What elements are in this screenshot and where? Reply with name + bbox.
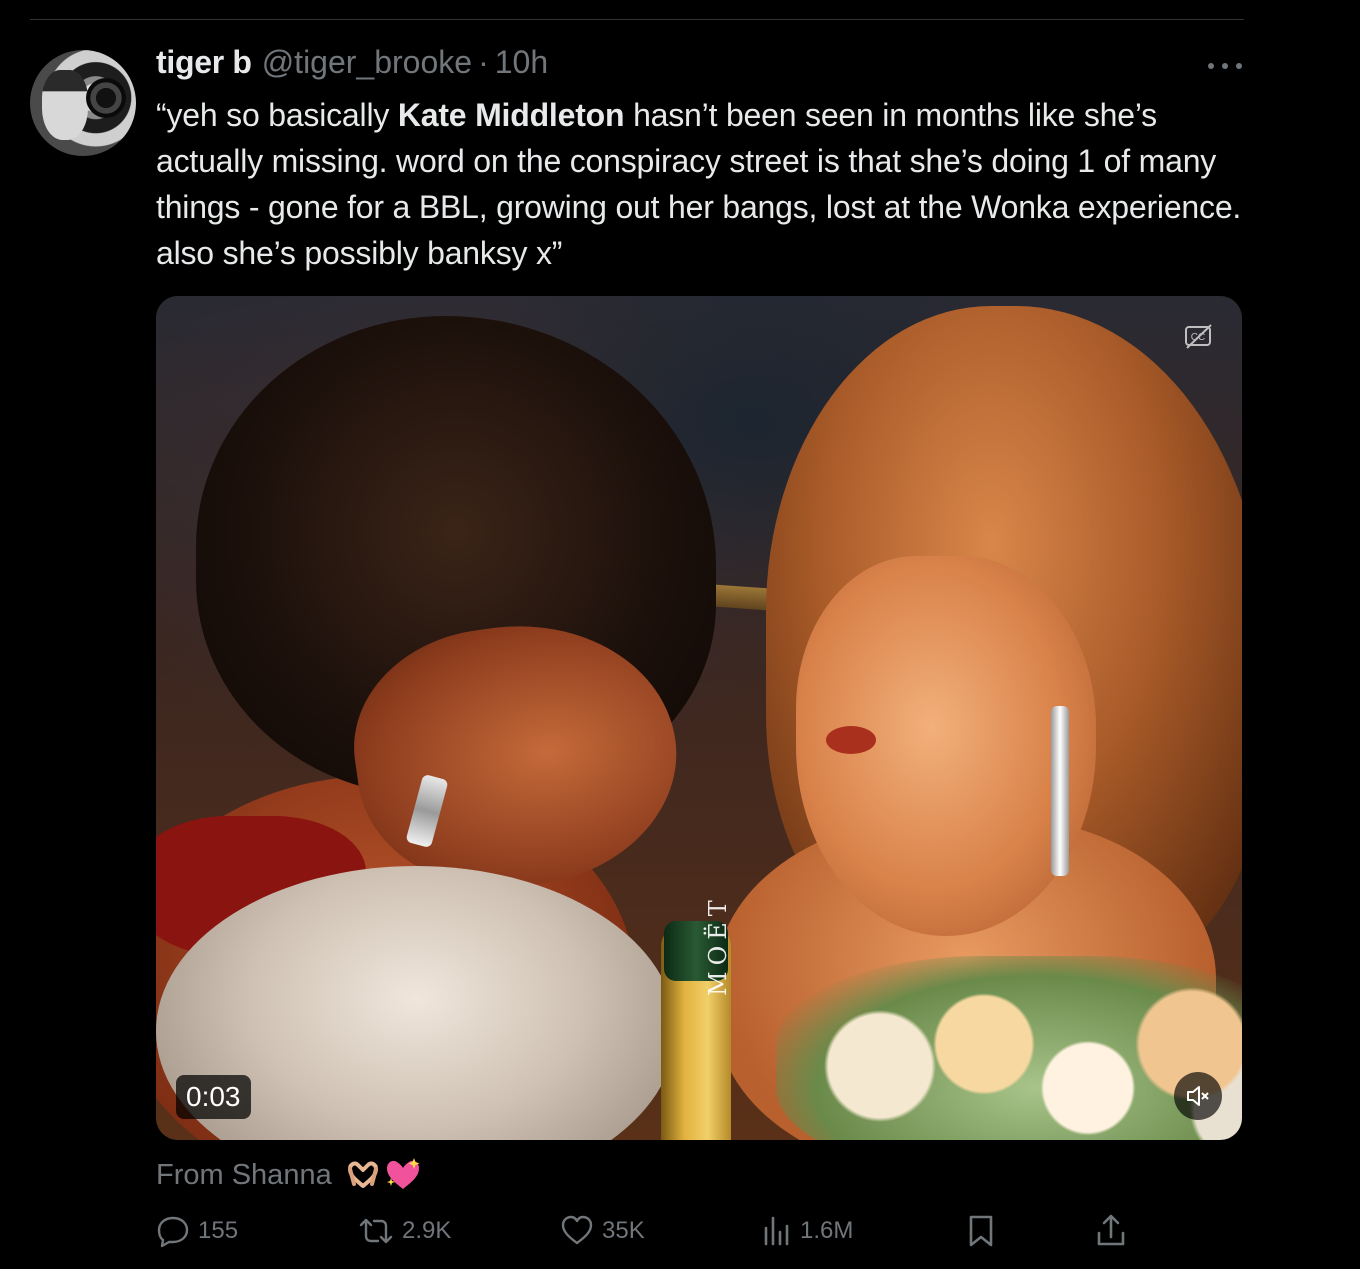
video-lips bbox=[826, 726, 876, 754]
repost-button[interactable]: 2.9K bbox=[358, 1208, 451, 1254]
source-text: From Shanna bbox=[156, 1158, 332, 1191]
captions-button[interactable]: CC bbox=[1182, 322, 1216, 352]
cc-off-icon: CC bbox=[1185, 324, 1212, 349]
like-icon bbox=[561, 1215, 593, 1245]
author-handle[interactable]: @tiger_brooke bbox=[262, 44, 472, 81]
bottle-label: MOËT bbox=[704, 894, 732, 996]
video-flowers bbox=[776, 956, 1242, 1140]
bookmark-button[interactable] bbox=[964, 1208, 998, 1254]
reply-count: 155 bbox=[198, 1217, 239, 1244]
avatar[interactable] bbox=[30, 50, 136, 156]
like-button[interactable]: 35K bbox=[560, 1208, 645, 1254]
header-separator: · bbox=[478, 44, 489, 80]
share-button[interactable] bbox=[1094, 1208, 1128, 1254]
repost-icon bbox=[359, 1218, 393, 1244]
views-button[interactable]: 1.6M bbox=[762, 1208, 853, 1254]
more-dot-icon bbox=[1208, 63, 1214, 69]
tweet-text-bold: Kate Middleton bbox=[397, 97, 625, 133]
author-name[interactable]: tiger b bbox=[156, 44, 252, 81]
video-earring-right bbox=[1051, 706, 1069, 876]
sparkling-heart-emoji bbox=[386, 1158, 420, 1189]
timestamp[interactable]: 10h bbox=[495, 44, 548, 81]
reply-icon bbox=[157, 1216, 189, 1248]
video-duration: 0:03 bbox=[176, 1075, 251, 1119]
top-divider bbox=[30, 19, 1244, 20]
tweet-page: tiger b @tiger_brooke · 10h “yeh so basi… bbox=[0, 0, 1360, 1269]
like-count: 35K bbox=[602, 1217, 645, 1244]
more-dot-icon bbox=[1236, 63, 1242, 69]
speaker-muted-icon bbox=[1187, 1086, 1209, 1106]
reply-button[interactable]: 155 bbox=[156, 1208, 238, 1254]
more-dot-icon bbox=[1222, 63, 1228, 69]
views-icon bbox=[764, 1216, 789, 1246]
video-player[interactable]: MOËT CC 0:03 bbox=[156, 296, 1242, 1140]
avatar-camera-lens bbox=[86, 78, 126, 118]
media-source[interactable]: From Shanna bbox=[156, 1152, 422, 1198]
bookmark-icon bbox=[969, 1215, 993, 1247]
tweet-header: tiger b @tiger_brooke · 10h bbox=[156, 44, 548, 84]
tweet-text: “yeh so basically Kate Middleton hasn’t … bbox=[156, 92, 1256, 276]
share-icon bbox=[1097, 1214, 1125, 1246]
avatar-face bbox=[42, 70, 88, 140]
repost-count: 2.9K bbox=[402, 1217, 452, 1244]
views-count: 1.6M bbox=[800, 1217, 854, 1244]
mute-button[interactable] bbox=[1174, 1072, 1222, 1120]
action-bar: 155 2.9K 35K 1.6M bbox=[156, 1208, 1136, 1254]
more-options-button[interactable] bbox=[1208, 54, 1242, 78]
tweet-text-part1: “yeh so basically bbox=[156, 97, 398, 133]
heart-hands-emoji bbox=[347, 1161, 378, 1188]
